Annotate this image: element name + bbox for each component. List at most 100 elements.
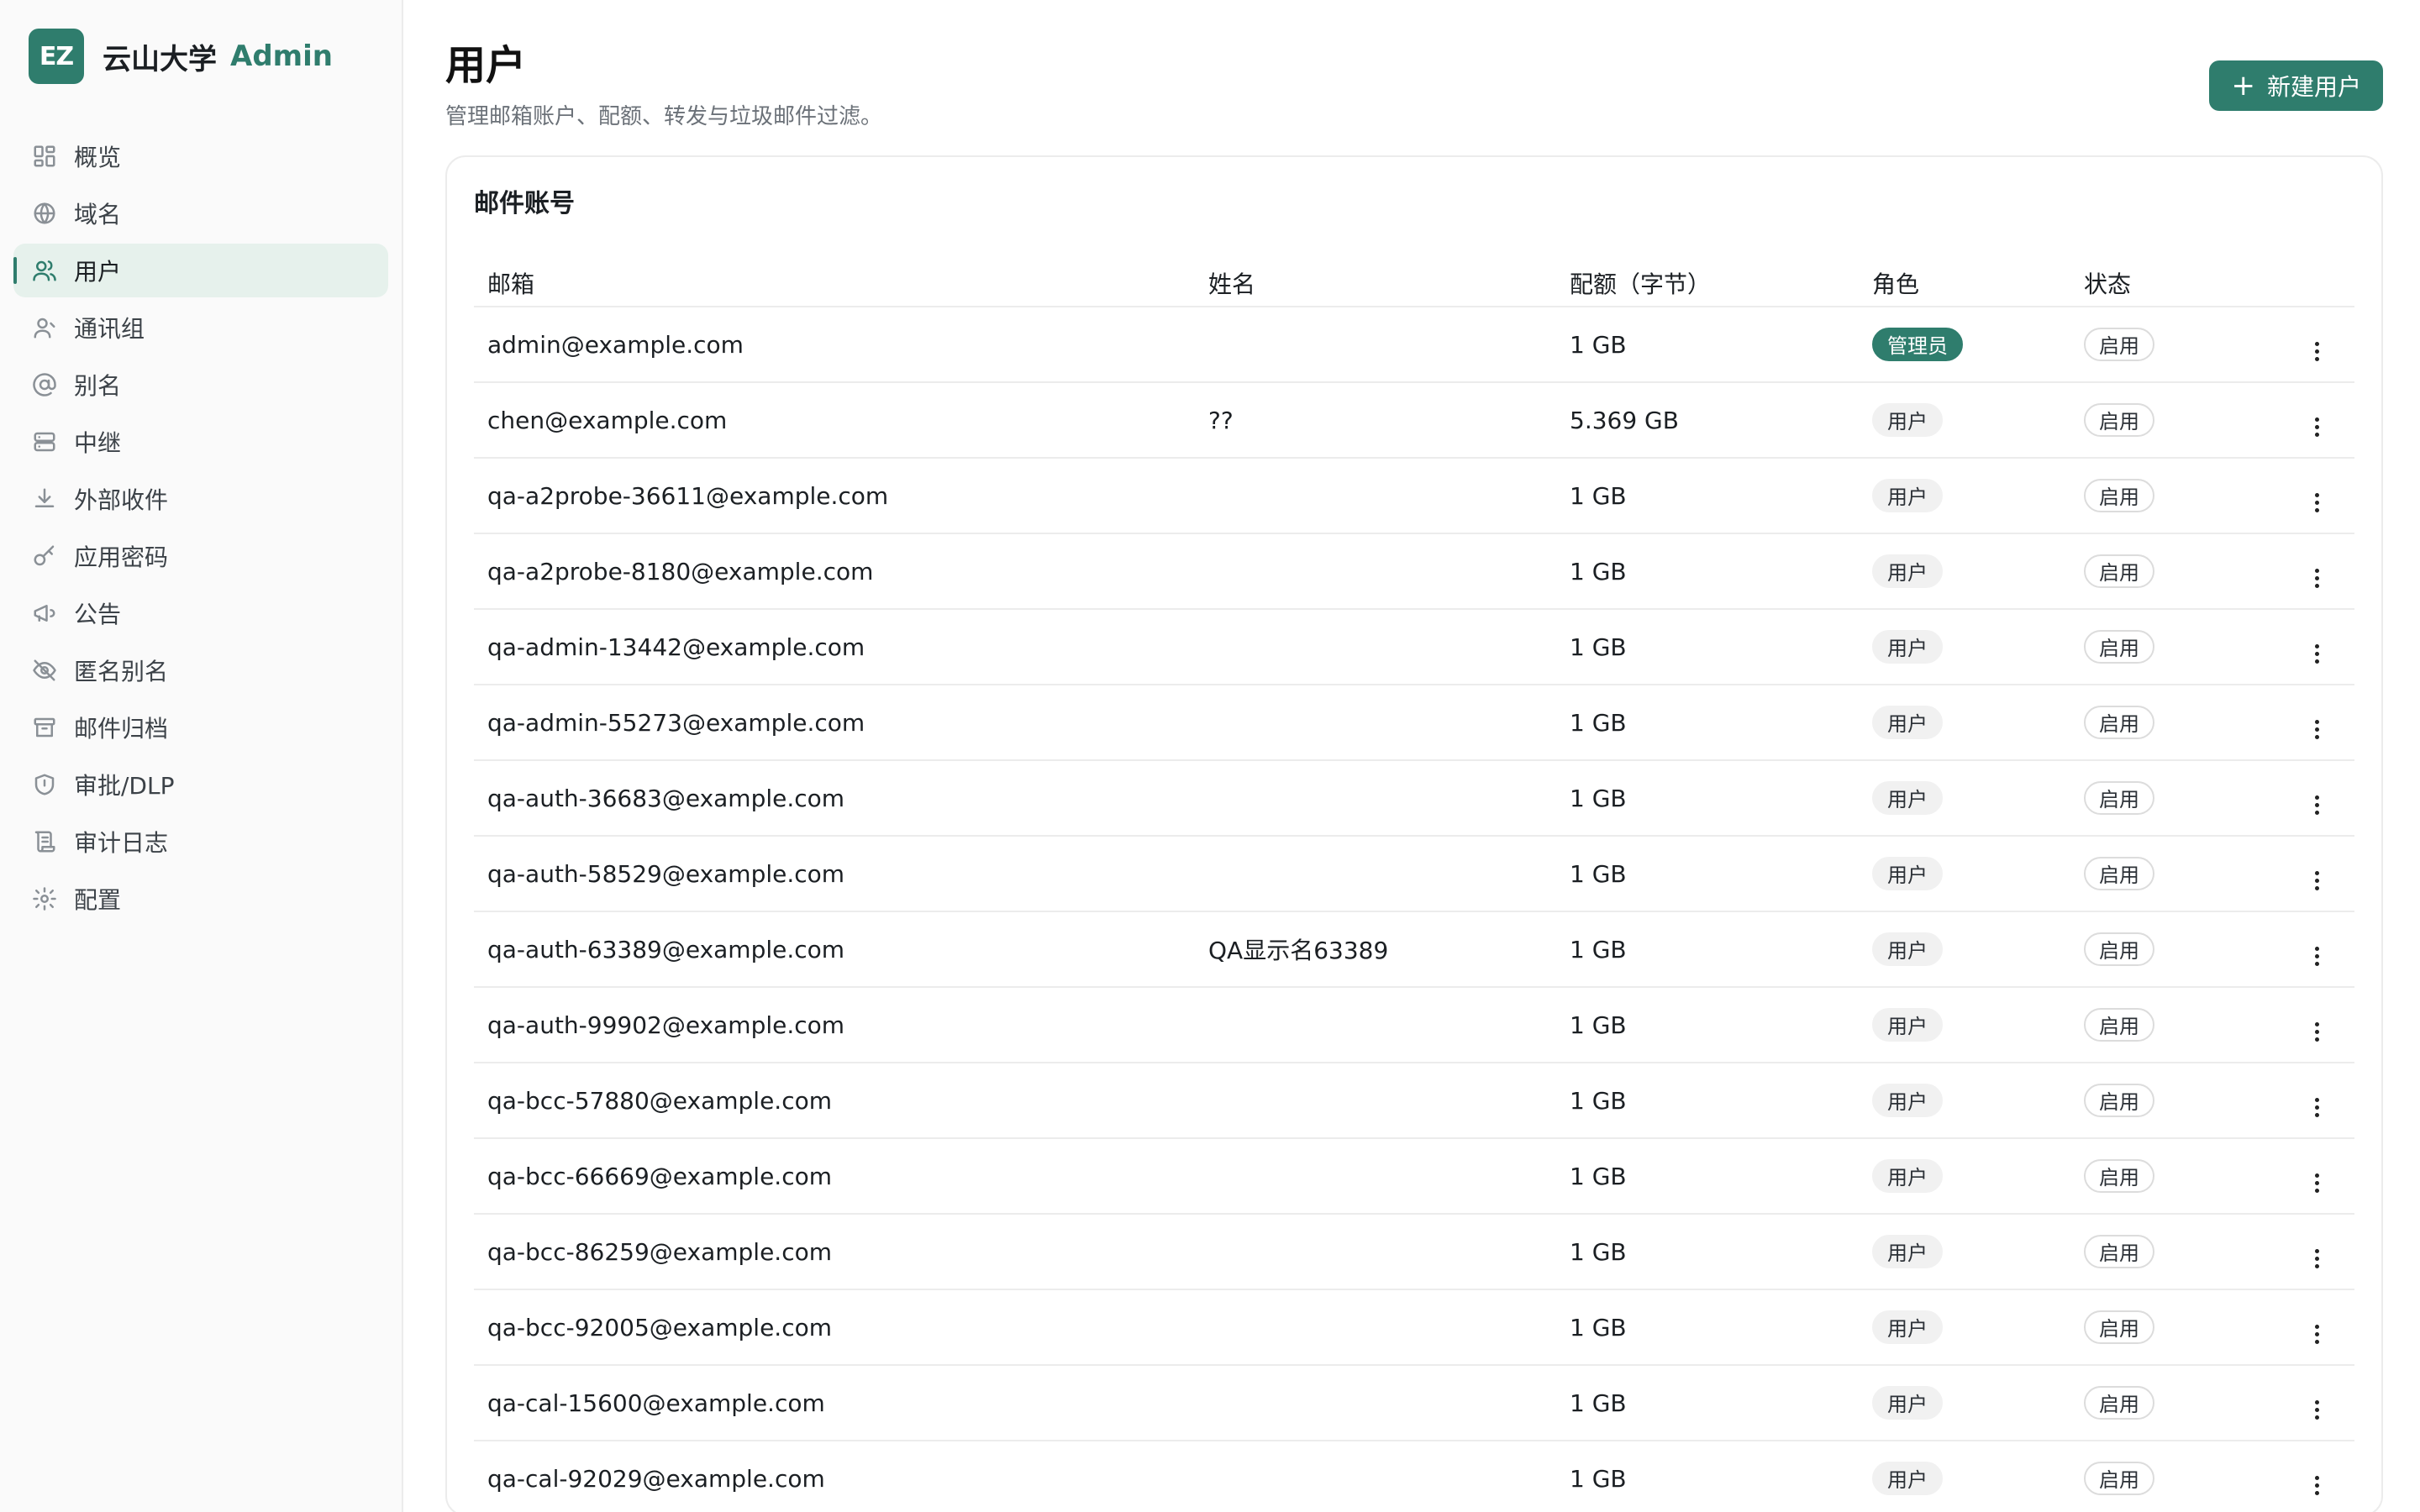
column-header-name[interactable]: 姓名 [1195, 260, 1556, 307]
server-icon [30, 428, 59, 456]
role-badge: 用户 [1872, 1008, 1943, 1042]
more-actions-icon[interactable] [2307, 565, 2328, 591]
cell-email[interactable]: qa-auth-99902@example.com [474, 987, 1195, 1063]
accounts-card: 邮件账号 邮箱 姓名 配额（字节） 角色 状态 admin@example.co… [445, 155, 2383, 1512]
cell-actions [2238, 1289, 2354, 1366]
sidebar-item-3[interactable]: 通讯组 [13, 301, 388, 354]
more-actions-icon[interactable] [2307, 717, 2328, 743]
table-row[interactable]: qa-auth-63389@example.com QA显示名63389 1 GB 用… [474, 911, 2354, 988]
cell-email[interactable]: chen@example.com [474, 382, 1195, 459]
table-row[interactable]: qa-auth-36683@example.com 1 GB 用户 启用 [474, 760, 2354, 837]
cell-quota: 1 GB [1556, 760, 1859, 837]
sidebar-item-11[interactable]: 审批/DLP [13, 758, 388, 811]
more-actions-icon[interactable] [2307, 414, 2328, 440]
cell-name [1195, 685, 1556, 761]
table-row[interactable]: qa-cal-15600@example.com 1 GB 用户 启用 [474, 1365, 2354, 1441]
table-row[interactable]: qa-auth-58529@example.com 1 GB 用户 启用 [474, 836, 2354, 912]
more-actions-icon[interactable] [2307, 641, 2328, 667]
sidebar-item-5[interactable]: 中继 [13, 415, 388, 469]
sidebar-item-12[interactable]: 审计日志 [13, 815, 388, 869]
sidebar-item-7[interactable]: 应用密码 [13, 529, 388, 583]
more-actions-icon[interactable] [2307, 1473, 2328, 1499]
cell-quota: 5.369 GB [1556, 382, 1859, 459]
role-badge: 用户 [1872, 932, 1943, 966]
column-header-quota[interactable]: 配额（字节） [1556, 260, 1859, 307]
plus-icon: + [2231, 69, 2255, 102]
cell-email[interactable]: qa-a2probe-36611@example.com [474, 458, 1195, 534]
status-badge: 启用 [2084, 630, 2154, 664]
cell-email[interactable]: qa-a2probe-8180@example.com [474, 533, 1195, 610]
sidebar-item-6[interactable]: 外部收件 [13, 472, 388, 526]
more-actions-icon[interactable] [2307, 1019, 2328, 1045]
sidebar-item-9[interactable]: 匿名别名 [13, 643, 388, 697]
sidebar-item-label: 审计日志 [74, 829, 169, 857]
sidebar-item-0[interactable]: 概览 [13, 129, 388, 183]
sidebar-item-label: 配置 [74, 886, 122, 914]
cell-email[interactable]: qa-bcc-86259@example.com [474, 1214, 1195, 1290]
sidebar-item-label: 外部收件 [74, 486, 169, 514]
cell-email[interactable]: admin@example.com [474, 307, 1195, 383]
page-subtitle: 管理邮箱账户、配额、转发与垃圾邮件过滤。 [445, 104, 883, 129]
cell-email[interactable]: qa-admin-13442@example.com [474, 609, 1195, 685]
role-badge: 用户 [1872, 857, 1943, 890]
more-actions-icon[interactable] [2307, 1246, 2328, 1272]
table-row[interactable]: qa-a2probe-8180@example.com 1 GB 用户 启用 [474, 533, 2354, 610]
new-user-button[interactable]: + 新建用户 [2209, 60, 2383, 111]
cell-role: 用户 [1859, 760, 2070, 837]
cell-email[interactable]: qa-bcc-92005@example.com [474, 1289, 1195, 1366]
table-row[interactable]: qa-a2probe-36611@example.com 1 GB 用户 启用 [474, 458, 2354, 534]
status-badge: 启用 [2084, 932, 2154, 966]
table-row[interactable]: qa-bcc-66669@example.com 1 GB 用户 启用 [474, 1138, 2354, 1215]
table-row[interactable]: qa-cal-92029@example.com 1 GB 用户 启用 [474, 1441, 2354, 1512]
status-badge: 启用 [2084, 857, 2154, 890]
table-row[interactable]: qa-bcc-86259@example.com 1 GB 用户 启用 [474, 1214, 2354, 1290]
more-actions-icon[interactable] [2307, 1321, 2328, 1347]
cell-status: 启用 [2070, 1214, 2238, 1290]
table-row[interactable]: qa-auth-99902@example.com 1 GB 用户 启用 [474, 987, 2354, 1063]
cell-name [1195, 836, 1556, 912]
role-badge: 用户 [1872, 479, 1943, 512]
column-header-role[interactable]: 角色 [1859, 260, 2070, 307]
more-actions-icon[interactable] [2307, 868, 2328, 894]
brand[interactable]: EZ 云山大学 Admin [13, 27, 388, 86]
more-actions-icon[interactable] [2307, 339, 2328, 365]
cell-email[interactable]: qa-auth-36683@example.com [474, 760, 1195, 837]
more-actions-icon[interactable] [2307, 1170, 2328, 1196]
cell-email[interactable]: qa-bcc-57880@example.com [474, 1063, 1195, 1139]
sidebar-item-label: 匿名别名 [74, 658, 169, 685]
table-row[interactable]: qa-bcc-92005@example.com 1 GB 用户 启用 [474, 1289, 2354, 1366]
column-header-email[interactable]: 邮箱 [474, 260, 1195, 307]
more-actions-icon[interactable] [2307, 943, 2328, 969]
cell-role: 用户 [1859, 1289, 2070, 1366]
cell-actions [2238, 836, 2354, 912]
table-row[interactable]: qa-admin-55273@example.com 1 GB 用户 启用 [474, 685, 2354, 761]
status-badge: 启用 [2084, 1084, 2154, 1117]
cell-email[interactable]: qa-cal-92029@example.com [474, 1441, 1195, 1512]
sidebar-item-2[interactable]: 用户 [13, 244, 388, 297]
cell-email[interactable]: qa-cal-15600@example.com [474, 1365, 1195, 1441]
table-row[interactable]: qa-bcc-57880@example.com 1 GB 用户 启用 [474, 1063, 2354, 1139]
table-row[interactable]: admin@example.com 1 GB 管理员 启用 [474, 307, 2354, 383]
cell-quota: 1 GB [1556, 1289, 1859, 1366]
table-row[interactable]: qa-admin-13442@example.com 1 GB 用户 启用 [474, 609, 2354, 685]
more-actions-icon[interactable] [2307, 490, 2328, 516]
sidebar-item-10[interactable]: 邮件归档 [13, 701, 388, 754]
more-actions-icon[interactable] [2307, 792, 2328, 818]
cell-email[interactable]: qa-auth-58529@example.com [474, 836, 1195, 912]
cell-actions [2238, 533, 2354, 610]
cell-email[interactable]: qa-admin-55273@example.com [474, 685, 1195, 761]
more-actions-icon[interactable] [2307, 1397, 2328, 1423]
user-group-icon [30, 313, 59, 342]
cell-actions [2238, 382, 2354, 459]
more-actions-icon[interactable] [2307, 1095, 2328, 1121]
table-row[interactable]: chen@example.com?? 5.369 GB 用户 启用 [474, 382, 2354, 459]
sidebar-item-8[interactable]: 公告 [13, 586, 388, 640]
sidebar-item-4[interactable]: 别名 [13, 358, 388, 412]
cell-email[interactable]: qa-bcc-66669@example.com [474, 1138, 1195, 1215]
cell-role: 用户 [1859, 987, 2070, 1063]
sidebar-item-13[interactable]: 配置 [13, 872, 388, 926]
sidebar-item-label: 概览 [74, 144, 122, 171]
cell-email[interactable]: qa-auth-63389@example.com [474, 911, 1195, 988]
column-header-status[interactable]: 状态 [2070, 260, 2238, 307]
sidebar-item-1[interactable]: 域名 [13, 186, 388, 240]
